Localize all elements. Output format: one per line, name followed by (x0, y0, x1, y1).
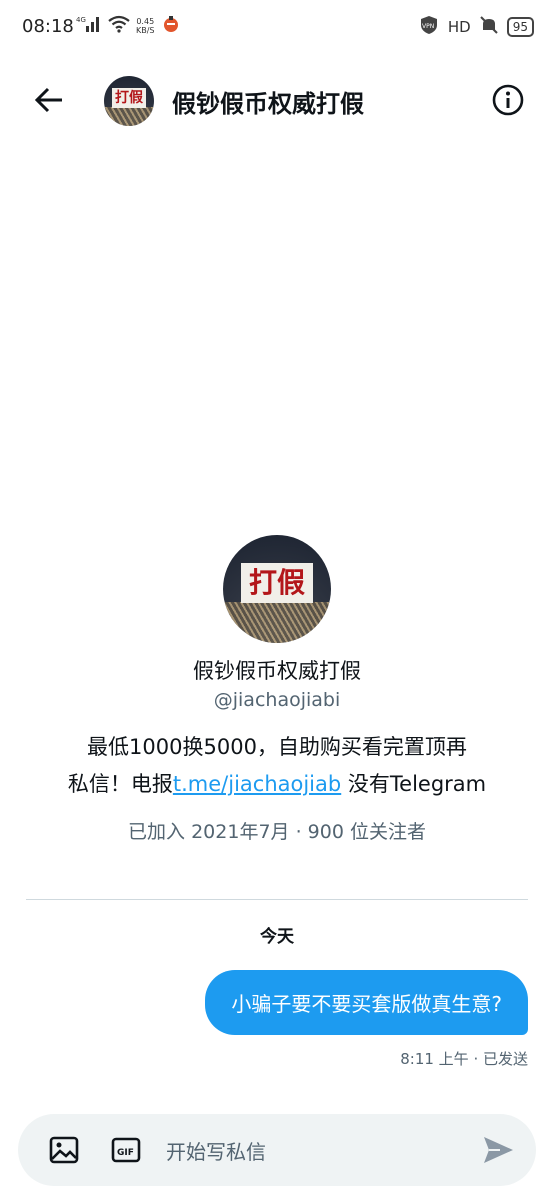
profile-avatar[interactable]: 打假 (223, 535, 331, 643)
profile-summary: 打假 假钞假币权威打假 @jiachaojiabi 最低1000换5000，自助… (0, 535, 554, 844)
profile-handle[interactable]: @jiachaojiabi (0, 689, 554, 711)
info-icon[interactable] (490, 82, 526, 118)
net-type-label: 4G (76, 16, 86, 24)
message-input[interactable] (164, 1136, 458, 1168)
network-speed: 0.45 KB/S (136, 17, 155, 35)
status-right-icons: VPN HD 95 (418, 14, 534, 40)
divider (26, 899, 528, 900)
hd-label: HD (447, 18, 471, 36)
notification-app-icon (161, 14, 181, 38)
gif-label: GIF (117, 1148, 134, 1158)
header-avatar[interactable]: 打假 (104, 76, 154, 126)
vpn-icon: VPN (418, 14, 440, 40)
profile-bio: 最低1000换5000，自助购买看完置顶再 私信！电报t.me/jiachaoj… (42, 729, 512, 803)
message-status: 8:11 上午 · 已发送 (400, 1050, 528, 1068)
cellular-signal-icon: 4G (76, 14, 102, 38)
bio-link[interactable]: t.me/jiachaojiab (173, 772, 341, 796)
bio-line-1: 最低1000换5000，自助购买看完置顶再 (87, 735, 467, 759)
status-time: 08:18 (22, 16, 74, 37)
network-speed-value: 0.45 (136, 17, 155, 26)
vpn-label: VPN (422, 23, 434, 30)
image-icon[interactable] (48, 1134, 80, 1166)
conversation-title[interactable]: 假钞假币权威打假 (172, 84, 364, 119)
gif-icon[interactable]: GIF (110, 1134, 142, 1166)
bio-line-2-suffix: 没有Telegram (341, 772, 487, 796)
conversation-header: 打假 假钞假币权威打假 (0, 70, 554, 128)
status-bar: 08:18 4G 0.45 KB/S VPN HD 95 (0, 0, 554, 58)
sent-message-bubble[interactable]: 小骗子要不要买套版做真生意? (205, 970, 528, 1035)
wifi-icon (108, 15, 130, 37)
mute-icon (479, 15, 499, 39)
message-composer: GIF (18, 1114, 536, 1186)
network-speed-unit: KB/S (136, 26, 155, 35)
battery-indicator: 95 (506, 17, 534, 37)
header-avatar-sign: 打假 (112, 88, 146, 108)
bio-line-2-prefix: 私信！电报 (67, 772, 173, 796)
day-separator: 今天 (260, 927, 294, 947)
profile-meta: 已加入 2021年7月 · 900 位关注者 (128, 821, 426, 843)
back-arrow-icon[interactable] (32, 82, 68, 118)
status-left-icons: 4G 0.45 KB/S (76, 14, 181, 38)
profile-name[interactable]: 假钞假币权威打假 (0, 655, 554, 685)
send-icon[interactable] (480, 1132, 516, 1168)
profile-avatar-sign: 打假 (241, 563, 313, 603)
